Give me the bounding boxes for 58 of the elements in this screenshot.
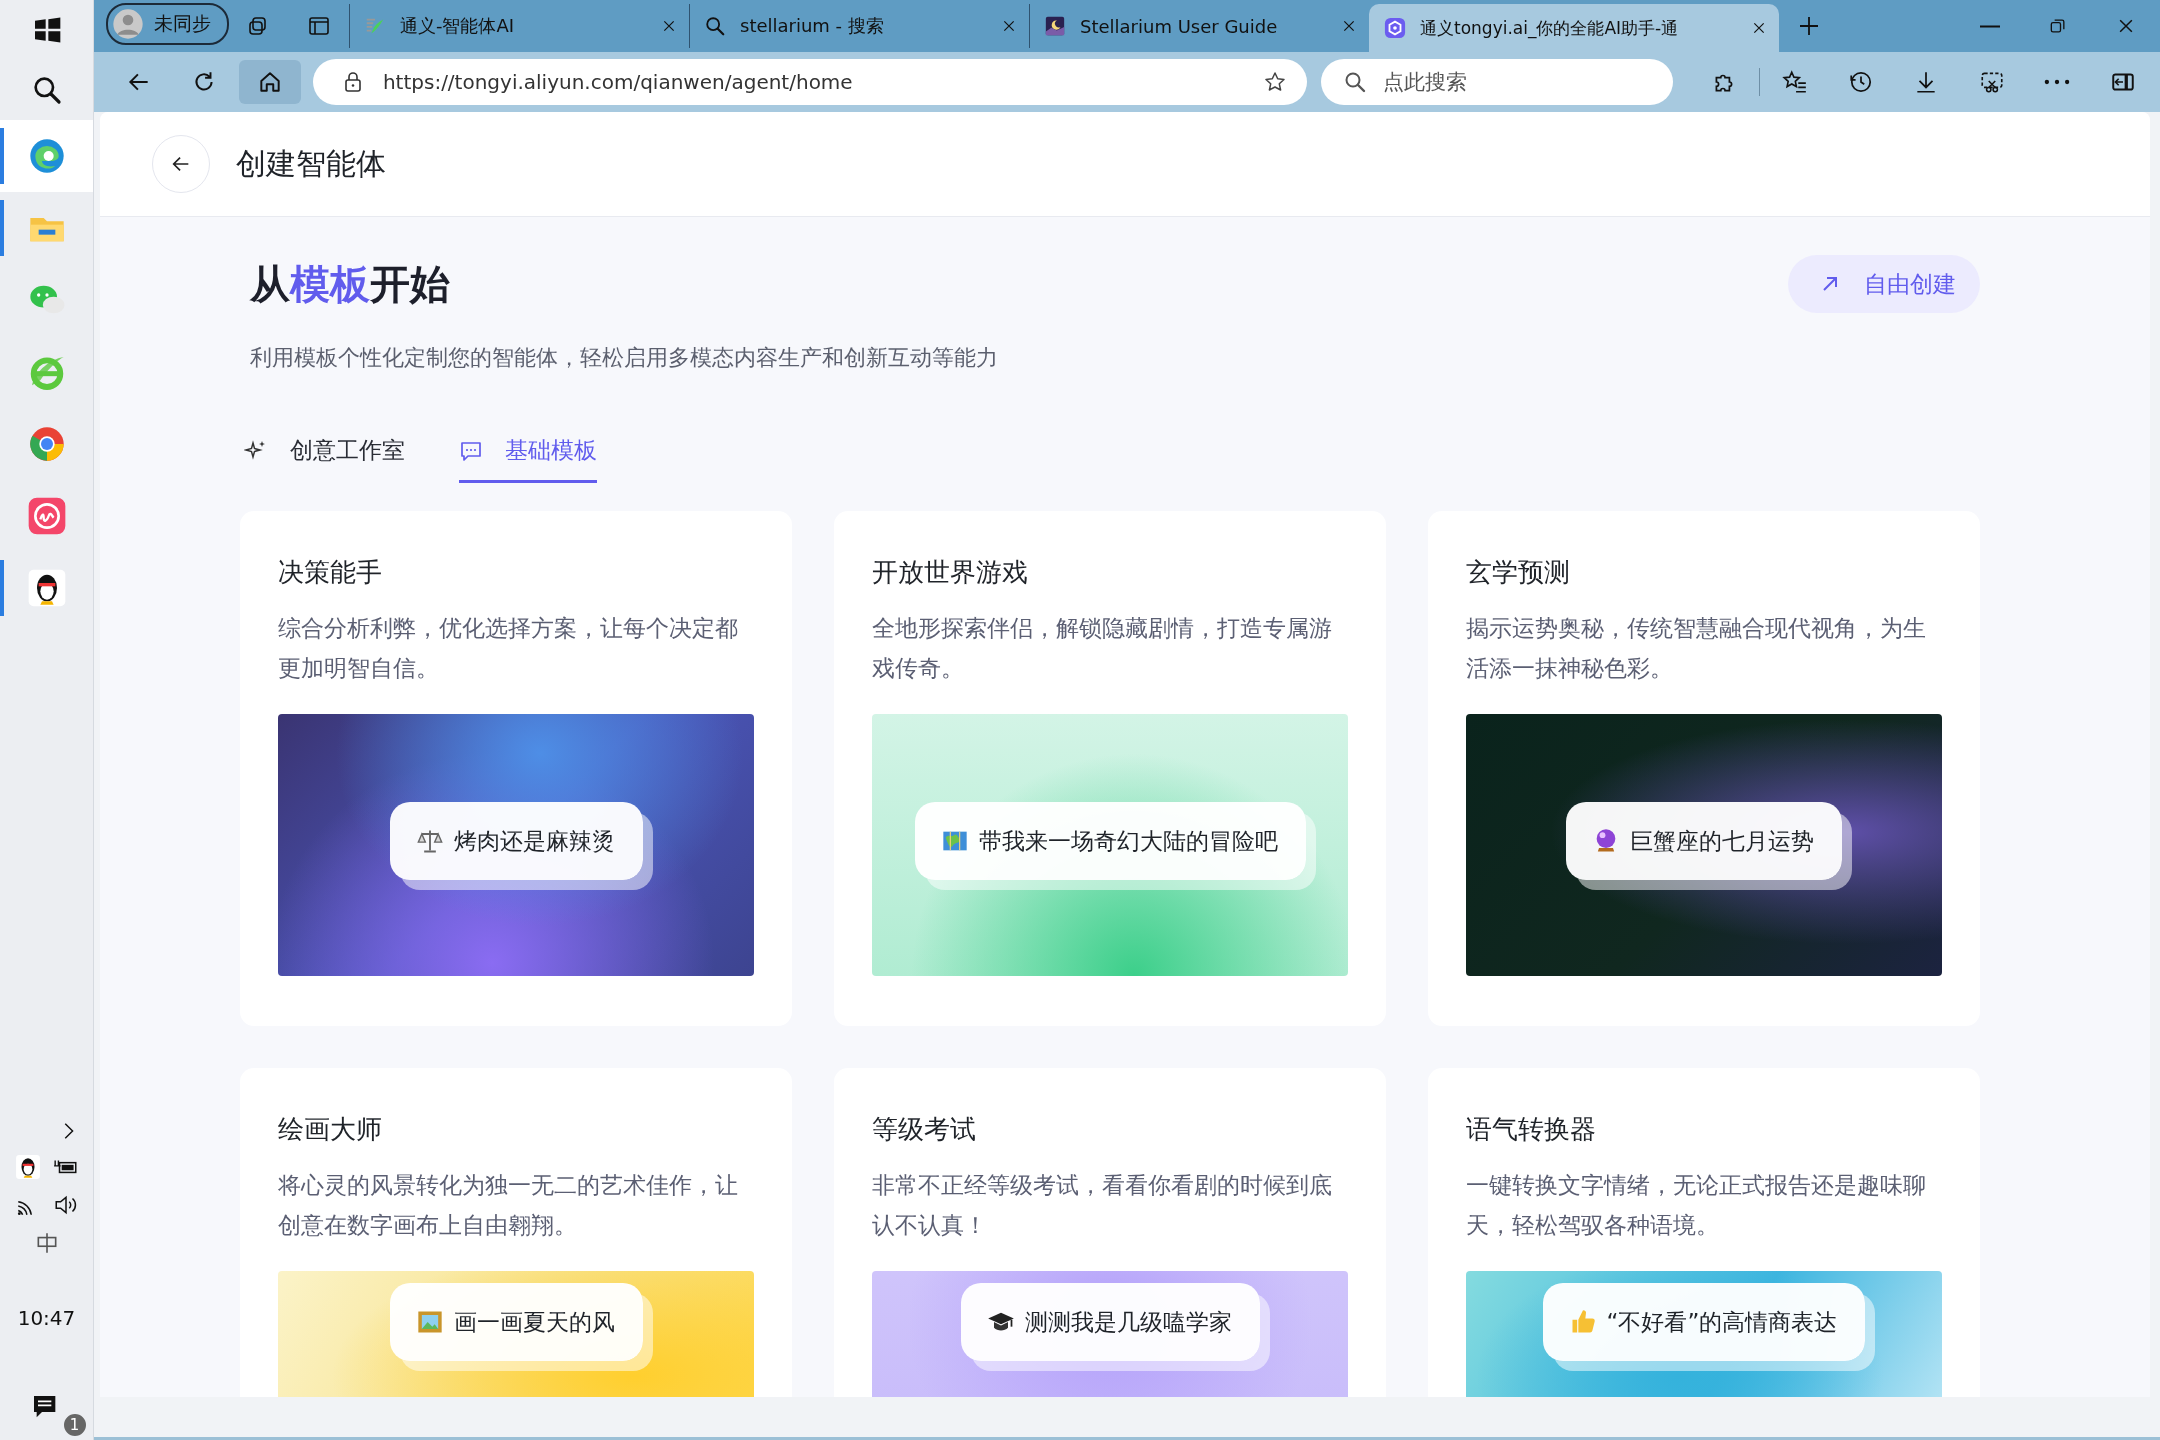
close-icon[interactable] xyxy=(1751,20,1767,36)
profile-button[interactable]: 未同步 xyxy=(106,3,229,45)
section-heading: 从模板开始 xyxy=(250,259,450,309)
penguin-icon xyxy=(26,568,67,608)
card-description: 综合分析利弊，优化选择方案，让每个决定都更加明智自信。 xyxy=(278,614,739,683)
browser-tab[interactable]: stellarium - 搜索 xyxy=(689,4,1029,48)
card-title: 绘画大师 xyxy=(278,1113,383,1146)
template-card[interactable]: 等级考试 非常不正经等级考试，看看你看剧的时候到底认不认真！ 测测我是几级嗑学家 xyxy=(834,1068,1386,1397)
template-tab[interactable]: 基础模板 xyxy=(459,427,597,483)
card-description: 一键转换文字情绪，无论正式报告还是趣味聊天，轻松驾驭各种语境。 xyxy=(1466,1171,1927,1240)
prompt-chip[interactable]: 烤肉还是麻辣烫 xyxy=(389,802,643,880)
penguin-icon[interactable] xyxy=(14,1154,41,1180)
search-icon xyxy=(704,15,726,37)
card-description: 全地形探索伴侣，解锁隐藏剧情，打造专属游戏传奇。 xyxy=(872,614,1333,683)
page-title: 创建智能体 xyxy=(236,144,386,183)
tab-actions-icon xyxy=(307,14,331,38)
more-icon xyxy=(2044,79,2071,85)
prompt-chip[interactable]: “不好看”的高情商表达 xyxy=(1542,1283,1866,1361)
prompt-chip[interactable]: 测测我是几级嗑学家 xyxy=(960,1283,1260,1361)
card-title: 玄学预测 xyxy=(1466,556,1571,589)
free-create-button[interactable]: 自由创建 xyxy=(1788,255,1980,313)
prompt-chip[interactable]: 巨蟹座的七月运势 xyxy=(1566,802,1842,880)
close-icon[interactable] xyxy=(1001,18,1017,34)
app-logo-icon xyxy=(1384,17,1406,39)
history-icon xyxy=(1847,69,1874,95)
browser-tab[interactable]: 通义tongyi.ai_你的全能AI助手-通 xyxy=(1369,4,1779,52)
card-title: 语气转换器 xyxy=(1466,1113,1597,1146)
card-title: 开放世界游戏 xyxy=(872,556,1029,589)
template-card[interactable]: 绘画大师 将心灵的风景转化为独一无二的艺术佳作，让创意在数字画布上自由翱翔。 画一画夏天的风 xyxy=(240,1068,792,1397)
clock[interactable]: 10:47 xyxy=(17,1306,76,1330)
template-card[interactable]: 决策能手 综合分析利弊，优化选择方案，让每个决定都更加明智自信。 烤肉还是麻辣烫 xyxy=(240,511,792,1026)
notification-badge: 1 xyxy=(61,1412,88,1438)
card-description: 将心灵的风景转化为独一无二的艺术佳作，让创意在数字画布上自由翱翔。 xyxy=(278,1171,739,1240)
template-card[interactable]: 开放世界游戏 全地形探索伴侣，解锁隐藏剧情，打造专属游戏传奇。 带我来一场奇幻大陆的冒险吧 xyxy=(834,511,1386,1026)
browser-tab[interactable]: Stellarium User Guide xyxy=(1029,4,1369,48)
home-button[interactable] xyxy=(239,60,301,104)
template-card[interactable]: 玄学预测 揭示运势奥秘，传统智慧融合现代视角，为生活添一抹神秘色彩。 巨蟹座的七月运势 xyxy=(1428,511,1980,1026)
template-card[interactable]: 语气转换器 一键转换文字情绪，无论正式报告还是趣味聊天，轻松驾驭各种语境。 “不好看”的高情商表达 xyxy=(1428,1068,1980,1397)
card-title: 决策能手 xyxy=(278,556,383,589)
browser-tab[interactable]: 通义-智能体AI xyxy=(349,4,689,48)
prompt-chip[interactable]: 带我来一场奇幻大陆的冒险吧 xyxy=(914,802,1306,880)
search-icon xyxy=(1343,70,1368,94)
template-tab[interactable]: 创意工作室 xyxy=(244,427,405,483)
search-field[interactable]: 点此搜索 xyxy=(1321,59,1674,105)
address-bar[interactable]: https://tongyi.aliyun.com/qianwen/agent/home xyxy=(312,59,1308,105)
subtitle: 利用模板个性化定制您的智能体，轻松启用多模态内容生产和创新互动等能力 xyxy=(250,344,999,372)
card-description: 非常不正经等级考试，看看你看剧的时候到底认不认真！ xyxy=(872,1171,1333,1240)
favorite-star-icon[interactable] xyxy=(1263,70,1288,94)
favorites-icon xyxy=(1781,69,1808,95)
minimize-icon xyxy=(1980,24,2000,28)
new-tab-icon xyxy=(1797,14,1821,38)
prompt-chip[interactable]: 画一画夏天的风 xyxy=(389,1283,643,1361)
close-icon[interactable] xyxy=(1341,18,1357,34)
night-sky-icon xyxy=(1044,15,1066,37)
card-title: 等级考试 xyxy=(872,1113,977,1146)
close-icon[interactable] xyxy=(661,18,677,34)
card-description: 揭示运势奥秘，传统智慧融合现代视角，为生活添一抹神秘色彩。 xyxy=(1466,614,1927,683)
avatar-icon xyxy=(112,8,144,40)
